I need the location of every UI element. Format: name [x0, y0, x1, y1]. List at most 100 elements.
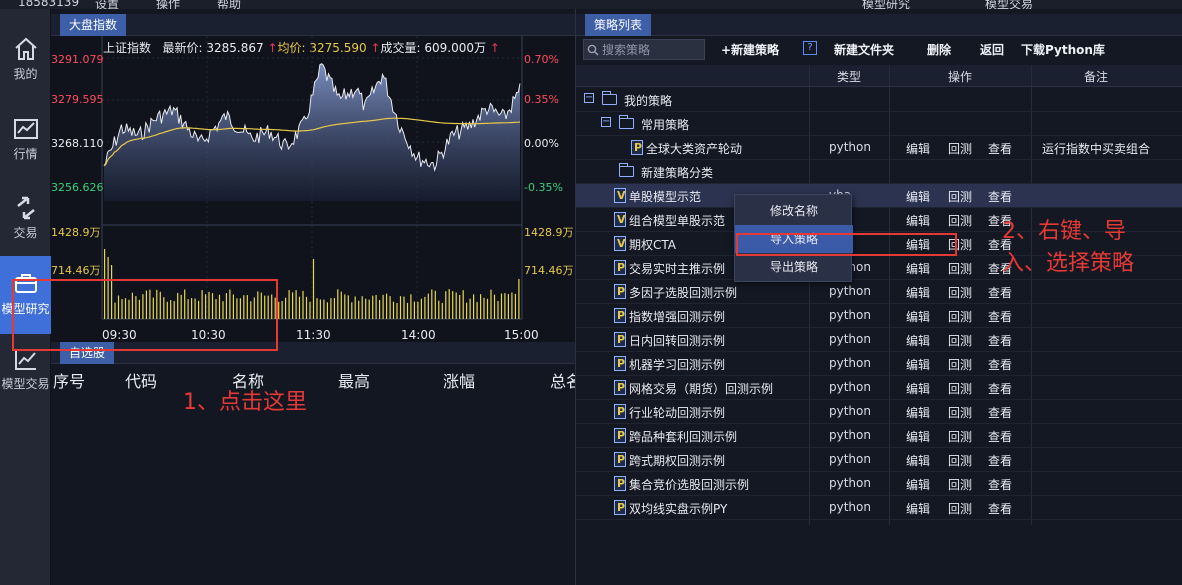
col-type[interactable]: 类型	[837, 68, 861, 85]
strategy-type: python	[829, 308, 871, 322]
volume-bar	[382, 294, 384, 319]
nav-item-mine[interactable]: 我的	[0, 21, 51, 99]
edit-button[interactable]: 编辑	[906, 308, 930, 325]
pct-tick: -0.35%	[524, 181, 563, 194]
backtest-button[interactable]: 回测	[948, 284, 972, 301]
menu-settings[interactable]: 设置	[95, 0, 119, 9]
collapse-icon[interactable]: −	[601, 117, 611, 127]
tree-folder-row[interactable]: − 常用策略	[576, 112, 1182, 136]
collapse-icon[interactable]: −	[584, 93, 594, 103]
nav-item-market[interactable]: 行情	[0, 101, 51, 179]
search-icon	[587, 44, 599, 56]
menu-item-rename[interactable]: 修改名称	[735, 197, 853, 225]
edit-button[interactable]: 编辑	[906, 212, 930, 229]
nav-item-trade[interactable]: 交易	[0, 180, 51, 258]
backtest-button[interactable]: 回测	[948, 476, 972, 493]
view-button[interactable]: 查看	[988, 500, 1012, 517]
new-strategy-button[interactable]: +新建策略	[721, 41, 779, 58]
view-button[interactable]: 查看	[988, 188, 1012, 205]
backtest-button[interactable]: 回测	[948, 356, 972, 373]
vba-file-icon: V	[614, 236, 626, 251]
col-change[interactable]: 涨幅	[443, 368, 475, 392]
col-code[interactable]: 代码	[125, 368, 157, 392]
strategy-row[interactable]: P 网格交易（期货）回测示例 python 编辑 回测 查看	[576, 376, 1182, 400]
top-tab-model-trade[interactable]: 模型交易	[985, 0, 1033, 9]
edit-button[interactable]: 编辑	[906, 452, 930, 469]
backtest-button[interactable]: 回测	[948, 332, 972, 349]
volume-bar	[351, 302, 353, 319]
strategy-row[interactable]: P 行业轮动回测示例 python 编辑 回测 查看	[576, 400, 1182, 424]
view-button[interactable]: 查看	[988, 452, 1012, 469]
edit-button[interactable]: 编辑	[906, 500, 930, 517]
strategy-row[interactable]: P 双均线实盘示例PY python 编辑 回测 查看	[576, 496, 1182, 520]
strategy-name: 跨式期权回测示例	[629, 454, 726, 468]
strategy-row[interactable]: P 跨品种套利回测示例 python 编辑 回测 查看	[576, 424, 1182, 448]
edit-button[interactable]: 编辑	[906, 356, 930, 373]
edit-button[interactable]: 编辑	[906, 476, 930, 493]
search-input[interactable]	[602, 41, 702, 58]
backtest-button[interactable]: 回测	[948, 500, 972, 517]
edit-button[interactable]: 编辑	[906, 380, 930, 397]
new-folder-button[interactable]: 新建文件夹	[834, 41, 894, 58]
strategy-row[interactable]: P 跨式期权回测示例 python 编辑 回测 查看	[576, 448, 1182, 472]
backtest-button[interactable]: 回测	[948, 380, 972, 397]
edit-button[interactable]: 编辑	[906, 140, 930, 157]
strategy-row[interactable]: V单股模型示范vba编辑回测查看	[576, 184, 1182, 208]
menu-operations[interactable]: 操作	[156, 0, 180, 9]
volume-bar	[347, 295, 349, 319]
edit-button[interactable]: 编辑	[906, 260, 930, 277]
view-button[interactable]: 查看	[988, 356, 1012, 373]
col-name[interactable]: 名称	[232, 368, 264, 392]
view-button[interactable]: 查看	[988, 428, 1012, 445]
edit-button[interactable]: 编辑	[906, 428, 930, 445]
backtest-button[interactable]: 回测	[948, 452, 972, 469]
help-icon[interactable]: ?	[803, 41, 817, 55]
menu-item-export-strategy[interactable]: 导出策略	[735, 253, 853, 281]
back-button[interactable]: 返回	[980, 41, 1004, 58]
col-high[interactable]: 最高	[338, 368, 370, 392]
backtest-button[interactable]: 回测	[948, 308, 972, 325]
strategy-row[interactable]: P 多因子选股回测示例 python 编辑 回测 查看	[576, 280, 1182, 304]
folder-icon	[619, 115, 634, 129]
edit-button[interactable]: 编辑	[906, 332, 930, 349]
strategy-row[interactable]: P 机器学习回测示例 python 编辑 回测 查看	[576, 352, 1182, 376]
volume-bar	[490, 289, 492, 319]
backtest-button[interactable]: 回测	[948, 428, 972, 445]
volume-bar	[476, 302, 478, 319]
backtest-button[interactable]: 回测	[948, 140, 972, 157]
backtest-button[interactable]: 回测	[948, 404, 972, 421]
backtest-button[interactable]: 回测	[948, 260, 972, 277]
tab-market-index[interactable]: 大盘指数	[60, 14, 127, 36]
volume-tick: 714.46万	[524, 264, 574, 277]
delete-button[interactable]: 删除	[927, 41, 951, 58]
edit-button[interactable]: 编辑	[906, 404, 930, 421]
menu-help[interactable]: 帮助	[217, 0, 241, 9]
strategy-row[interactable]: P 日内回转回测示例 python 编辑 回测 查看	[576, 328, 1182, 352]
volume-bar	[507, 294, 509, 319]
view-button[interactable]: 查看	[988, 308, 1012, 325]
view-button[interactable]: 查看	[988, 380, 1012, 397]
download-python-lib-button[interactable]: 下载Python库	[1021, 41, 1105, 58]
view-button[interactable]: 查看	[988, 140, 1012, 157]
tree-folder-row[interactable]: 新建策略分类	[576, 160, 1182, 184]
tab-strategy-list[interactable]: 策略列表	[585, 14, 652, 36]
strategy-row[interactable]: P 集合竞价选股回测示例 python 编辑 回测 查看	[576, 472, 1182, 496]
backtest-button[interactable]: 回测	[948, 212, 972, 229]
view-button[interactable]: 查看	[988, 284, 1012, 301]
strategy-row[interactable]: P 指数增强回测示例 python 编辑 回测 查看	[576, 304, 1182, 328]
col-index[interactable]: 序号	[53, 368, 85, 392]
col-note[interactable]: 备注	[1084, 68, 1108, 85]
view-button[interactable]: 查看	[988, 476, 1012, 493]
col-total[interactable]: 总名	[550, 368, 575, 392]
strategy-row[interactable]: P 全球大类资产轮动 python 编辑 回测 查看 运行指数中买卖组合	[576, 136, 1182, 160]
tree-folder-row[interactable]: − 我的策略	[576, 88, 1182, 112]
vba-file-icon: V	[614, 212, 626, 227]
volume-bar	[316, 298, 318, 319]
file-type-letter: P	[617, 333, 626, 346]
view-button[interactable]: 查看	[988, 332, 1012, 349]
backtest-button[interactable]: 回测	[948, 188, 972, 205]
view-button[interactable]: 查看	[988, 404, 1012, 421]
top-tab-model-research[interactable]: 模型研究	[862, 0, 910, 9]
edit-button[interactable]: 编辑	[906, 188, 930, 205]
edit-button[interactable]: 编辑	[906, 284, 930, 301]
